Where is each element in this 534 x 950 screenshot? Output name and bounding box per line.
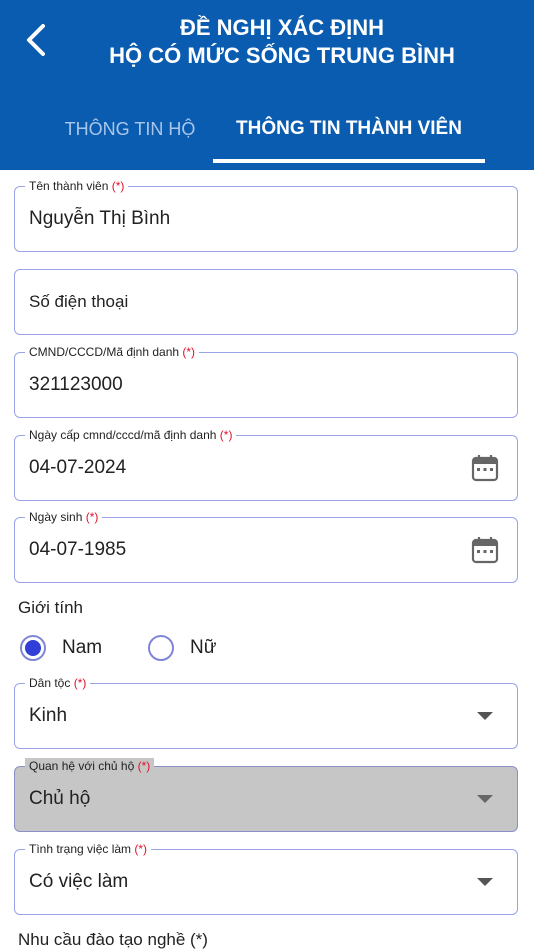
dropdown-arrow-icon <box>477 712 493 720</box>
member-name-field[interactable]: Tên thành viên (*) Nguyễn Thị Bình <box>14 178 518 252</box>
ethnicity-value: Kinh <box>29 705 68 726</box>
required-mark: (*) <box>134 842 148 856</box>
required-mark: (*) <box>73 676 87 690</box>
tab-bar: THÔNG TIN HỘ THÔNG TIN THÀNH VIÊN <box>0 100 534 164</box>
employment-dropdown[interactable]: Tình trạng việc làm (*) Có việc làm <box>14 841 518 915</box>
back-button[interactable] <box>18 22 54 58</box>
id-number-field[interactable]: CMND/CCCD/Mã định danh (*) 321123000 <box>14 344 518 418</box>
relationship-dropdown: Quan hệ với chủ hộ (*) Chủ hộ <box>14 758 518 832</box>
radio-unselected[interactable] <box>148 635 174 661</box>
tab-household-info[interactable]: THÔNG TIN HỘ <box>40 100 220 158</box>
gender-radio-group: Nam Nữ <box>20 630 420 666</box>
phone-placeholder: Số điện thoại <box>29 292 129 311</box>
title-line-2: HỘ CÓ MỨC SỐNG TRUNG BÌNH <box>109 43 455 68</box>
page-title: ĐỀ NGHỊ XÁC ĐỊNH HỘ CÓ MỨC SỐNG TRUNG BÌ… <box>60 14 504 70</box>
gender-option-male[interactable]: Nam <box>20 630 102 666</box>
chevron-left-icon <box>27 24 45 56</box>
employment-value: Có việc làm <box>29 871 129 892</box>
gender-label: Giới tính <box>18 598 84 617</box>
radio-dot <box>25 640 41 656</box>
member-name-value: Nguyễn Thị Bình <box>29 208 171 229</box>
gender-male-label: Nam <box>62 637 103 658</box>
radio-selected[interactable] <box>20 635 46 661</box>
title-line-1: ĐỀ NGHỊ XÁC ĐỊNH <box>179 15 385 40</box>
app-header: ĐỀ NGHỊ XÁC ĐỊNH HỘ CÓ MỨC SỐNG TRUNG BÌ… <box>0 0 534 170</box>
active-tab-indicator <box>213 159 485 163</box>
dropdown-arrow-icon <box>477 795 493 803</box>
phone-field[interactable]: Số điện thoại <box>14 269 518 335</box>
birth-date-value: 04-07-1985 <box>29 539 127 560</box>
tab-member-info[interactable]: THÔNG TIN THÀNH VIÊN <box>213 100 485 158</box>
required-mark: (*) <box>137 759 151 773</box>
required-mark: (*) <box>219 428 233 442</box>
id-number-value: 321123000 <box>29 374 123 395</box>
required-mark: (*) <box>182 345 196 359</box>
gender-female-label: Nữ <box>190 637 217 658</box>
issue-date-field[interactable]: Ngày cấp cmnd/cccd/mã định danh (*) 04-0… <box>14 427 518 501</box>
ethnicity-dropdown[interactable]: Dân tộc (*) Kinh <box>14 675 518 749</box>
gender-option-female[interactable]: Nữ <box>148 630 216 666</box>
calendar-icon[interactable] <box>471 536 499 564</box>
issue-date-value: 04-07-2024 <box>29 457 127 478</box>
training-need-label: Nhu cầu đào tạo nghề (*) <box>18 930 208 949</box>
birth-date-field[interactable]: Ngày sinh (*) 04-07-1985 <box>14 509 518 583</box>
relationship-value: Chủ hộ <box>29 788 91 809</box>
calendar-icon[interactable] <box>471 454 499 482</box>
dropdown-arrow-icon <box>477 878 493 886</box>
